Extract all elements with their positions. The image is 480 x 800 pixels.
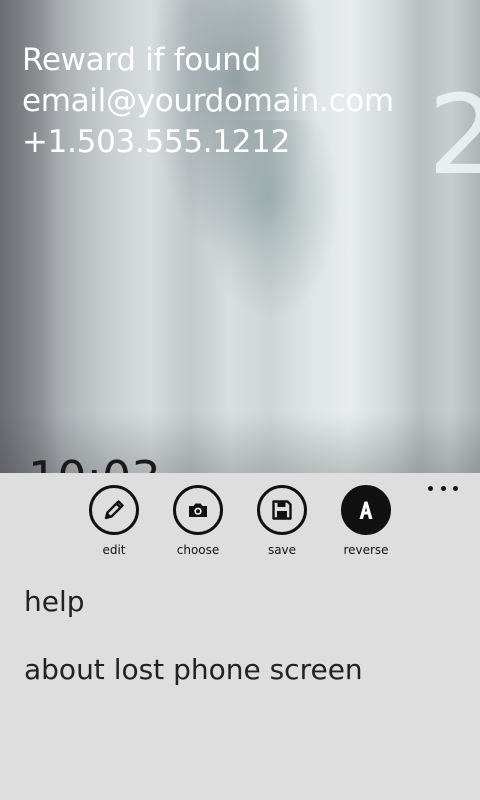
reverse-button[interactable]: reverse <box>330 485 402 571</box>
phone-text: +1.503.555.1212 <box>22 124 290 160</box>
ellipsis-dot <box>453 485 458 491</box>
reverse-label: reverse <box>343 543 389 557</box>
app-bar: edit choose save reverse help about lost… <box>0 473 480 800</box>
letter-a-icon <box>341 485 391 535</box>
save-label: save <box>267 543 297 557</box>
lost-phone-screen-app: 2 10:03 Reward if found email@yourdomain… <box>0 0 480 800</box>
camera-icon <box>173 485 223 535</box>
floppy-disk-icon <box>257 485 307 535</box>
pencil-icon <box>89 485 139 535</box>
choose-label: choose <box>176 543 220 557</box>
reward-text: Reward if found <box>22 42 262 78</box>
lock-clock-peek: 10:03 <box>28 455 161 473</box>
owner-info: Reward if found email@yourdomain.com +1.… <box>22 40 394 163</box>
edit-label: edit <box>102 543 126 557</box>
photo-digit: 2 <box>428 71 480 199</box>
edit-button[interactable]: edit <box>78 485 150 571</box>
ellipsis-dot <box>428 485 433 491</box>
ellipsis-dot <box>440 485 446 491</box>
save-button[interactable]: save <box>246 485 318 571</box>
menu-item-help[interactable]: help <box>24 585 363 619</box>
email-text: email@yourdomain.com <box>22 83 394 119</box>
app-bar-buttons: edit choose save reverse <box>78 485 402 571</box>
ellipsis-icon[interactable] <box>428 481 458 495</box>
app-bar-menu: help about lost phone screen <box>24 585 363 721</box>
menu-item-about[interactable]: about lost phone screen <box>24 653 363 687</box>
choose-button[interactable]: choose <box>162 485 234 571</box>
